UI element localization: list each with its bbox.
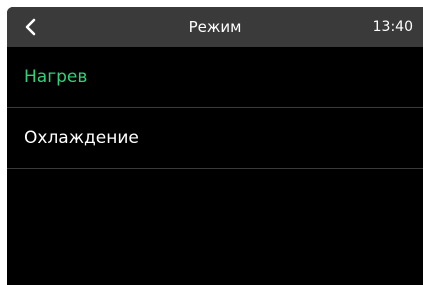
- mode-item-label: Нагрев: [24, 67, 88, 87]
- back-button[interactable]: [19, 15, 43, 39]
- clock-time: 13:40: [372, 19, 413, 35]
- top-bar: Режим 13:40: [7, 7, 423, 47]
- device-screen: Режим 13:40 Нагрев Охлаждение: [7, 7, 423, 285]
- mode-item-label: Охлаждение: [24, 128, 139, 148]
- mode-list: Нагрев Охлаждение: [7, 47, 423, 169]
- mode-item-heating[interactable]: Нагрев: [7, 47, 423, 108]
- page-title: Режим: [188, 18, 242, 36]
- chevron-left-icon: [25, 18, 36, 36]
- mode-item-cooling[interactable]: Охлаждение: [7, 108, 423, 169]
